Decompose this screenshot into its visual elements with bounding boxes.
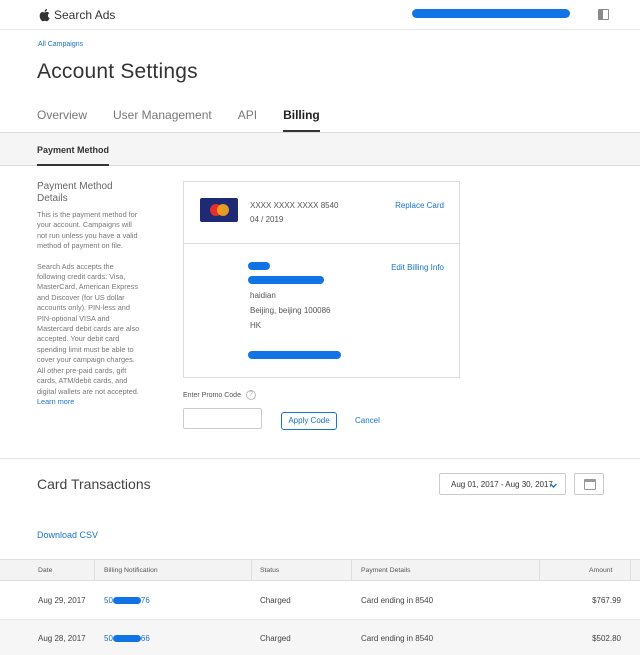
payment-method-details-heading: Payment Method Details	[37, 181, 113, 204]
top-bar: Search Ads	[0, 0, 640, 30]
transactions-table-header: Date Billing Notification Status Payment…	[0, 559, 640, 581]
row-status: Charged	[260, 634, 291, 643]
calendar-button[interactable]	[574, 473, 604, 495]
promo-code-input[interactable]	[183, 408, 262, 429]
payment-method-description: This is the payment method for your acco…	[37, 210, 140, 417]
sidebar-toggle-icon[interactable]	[598, 9, 609, 20]
row-amount: $502.80	[592, 634, 621, 643]
redacted-notification-id	[112, 597, 141, 605]
column-header-billing-notification[interactable]: Billing Notification	[104, 567, 158, 574]
cancel-promo-link[interactable]: Cancel	[355, 416, 380, 425]
column-header-date[interactable]: Date	[38, 567, 52, 574]
date-range-picker[interactable]: Aug 01, 2017 - Aug 30, 2017	[439, 473, 566, 495]
table-row: Aug 28, 2017 50 66 Charged Card ending in…	[0, 619, 640, 655]
table-row: Aug 29, 2017 50 76 Charged Card ending in…	[0, 582, 640, 619]
apply-code-button[interactable]: Apply Code	[281, 412, 337, 430]
card-number: XXXX XXXX XXXX 8540	[250, 201, 339, 210]
learn-more-link[interactable]: Learn more	[37, 397, 74, 406]
chevron-down-icon	[550, 483, 557, 488]
settings-tabs: Overview User Management API Billing	[37, 108, 320, 132]
billing-address-line-2: Beijing, beijing 100086	[250, 306, 331, 315]
row-payment-details: Card ending in 8540	[361, 634, 434, 643]
redacted-notification-id	[112, 635, 141, 643]
redacted-account-name	[412, 9, 570, 18]
row-date: Aug 28, 2017	[38, 634, 86, 643]
billing-info: Edit Billing Info haidian Beijing, beiji…	[184, 244, 459, 379]
tab-user-management[interactable]: User Management	[113, 108, 212, 132]
calendar-icon	[584, 479, 596, 490]
edit-billing-info-link[interactable]: Edit Billing Info	[391, 263, 444, 272]
row-status: Charged	[260, 596, 291, 605]
billing-notification-link[interactable]: 50 76	[104, 596, 150, 605]
download-csv-link[interactable]: Download CSV	[37, 530, 98, 540]
section-divider	[0, 458, 640, 459]
row-date: Aug 29, 2017	[38, 596, 86, 605]
payment-method-desc-2: Search Ads accepts the following credit …	[37, 261, 140, 406]
tab-api[interactable]: API	[238, 108, 257, 132]
row-payment-details: Card ending in 8540	[361, 596, 434, 605]
payment-method-card: XXXX XXXX XXXX 8540 04 / 2019 Replace Ca…	[183, 181, 460, 378]
replace-card-link[interactable]: Replace Card	[395, 201, 444, 210]
card-row: XXXX XXXX XXXX 8540 04 / 2019 Replace Ca…	[184, 182, 459, 244]
billing-notification-link[interactable]: 50 66	[104, 634, 150, 643]
brand[interactable]: Search Ads	[38, 8, 115, 22]
app-name: Search Ads	[54, 8, 116, 22]
card-transactions-heading: Card Transactions	[37, 476, 151, 492]
apple-logo-icon	[39, 9, 50, 22]
redacted-billing-email	[248, 351, 341, 359]
redacted-billing-name	[248, 262, 270, 270]
page-title: Account Settings	[37, 60, 198, 83]
column-header-payment-details[interactable]: Payment Details	[361, 567, 411, 574]
card-expiry: 04 / 2019	[250, 215, 284, 224]
date-range-value: Aug 01, 2017 - Aug 30, 2017	[451, 480, 553, 489]
billing-address-line-3: HK	[250, 321, 262, 330]
promo-code-label: Enter Promo Code ?	[183, 390, 256, 400]
column-header-status[interactable]: Status	[260, 567, 279, 574]
billing-address-line-1: haidian	[250, 291, 276, 300]
column-header-amount[interactable]: Amount	[589, 567, 612, 574]
subtab-payment-method[interactable]: Payment Method	[37, 145, 110, 166]
payment-method-desc-1: This is the payment method for your acco…	[37, 210, 138, 251]
redacted-billing-street	[248, 276, 324, 284]
tab-billing[interactable]: Billing	[283, 108, 320, 132]
billing-subnav: Payment Method	[0, 132, 640, 166]
mastercard-logo-icon	[200, 198, 238, 222]
breadcrumb-all-campaigns[interactable]: All Campaigns	[38, 41, 83, 48]
help-icon[interactable]: ?	[245, 390, 256, 400]
tab-overview[interactable]: Overview	[37, 108, 87, 132]
row-amount: $767.99	[592, 596, 621, 605]
